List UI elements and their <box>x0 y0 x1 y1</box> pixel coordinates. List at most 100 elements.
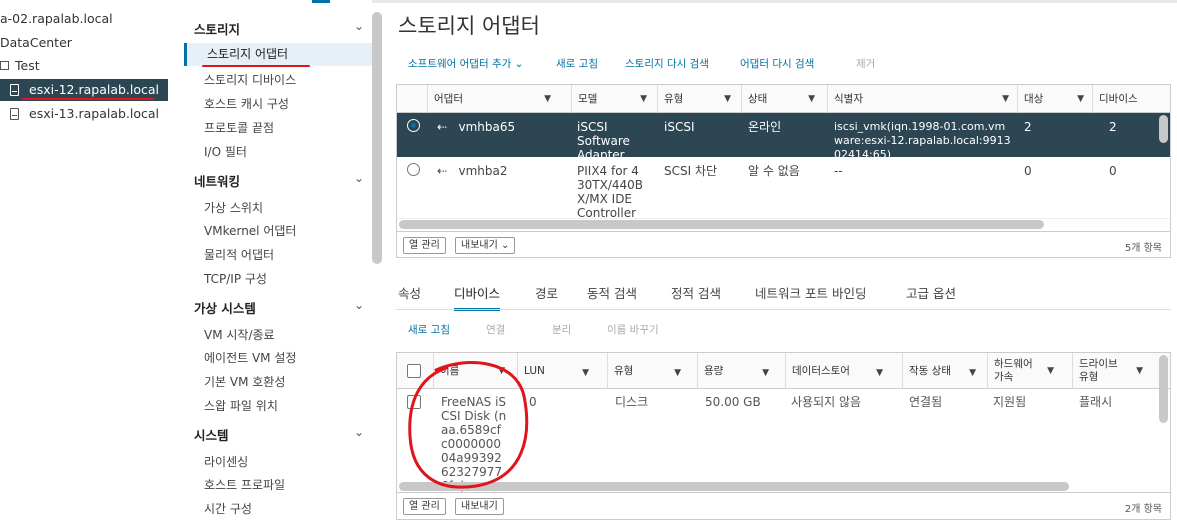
column-label: 데이터스토어 <box>792 365 850 377</box>
adapter-status: 알 수 없음 <box>748 164 800 178</box>
attach-button[interactable]: 연결 <box>486 322 505 337</box>
col-hw-accel[interactable]: 하드웨어 가속 ▼ <box>987 353 1062 389</box>
refresh-button[interactable]: 새로 고침 <box>556 56 598 71</box>
col-model[interactable]: 모델 ▼ <box>571 85 657 113</box>
adapter-name-text: vmhba2 <box>458 164 508 178</box>
devices-refresh-button[interactable]: 새로 고침 <box>408 322 450 337</box>
filter-icon[interactable]: ▼ <box>1002 85 1009 113</box>
tab-properties[interactable]: 속성 <box>398 283 421 302</box>
tab-indicator <box>312 0 330 3</box>
tree-item-host[interactable]: esxi-13.rapalab.local <box>0 103 159 125</box>
filter-icon[interactable]: ▼ <box>876 355 883 391</box>
adapter-row[interactable]: ⇠ vmhba2 PIIX4 for 430TX/440BX/MX IDE Co… <box>397 157 1170 220</box>
nav-group-virtual-machines[interactable]: 가상 시스템 ⌄ <box>194 298 364 317</box>
tab-dynamic-discovery[interactable]: 동적 검색 <box>587 283 637 302</box>
detach-button[interactable]: 분리 <box>552 322 571 337</box>
nav-item-io-filters[interactable]: I/O 필터 <box>204 143 247 160</box>
adapter-name: ⇠ vmhba65 <box>437 120 567 134</box>
adapter-row-selected[interactable]: ⇠ vmhba65 iSCSI Software Adapter iSCSI 온… <box>397 113 1170 162</box>
filter-icon[interactable]: ▼ <box>724 85 731 113</box>
nav-item-host-cache[interactable]: 호스트 캐시 구성 <box>204 95 289 112</box>
filter-icon[interactable]: ▼ <box>762 355 769 391</box>
nav-item-vm-startup[interactable]: VM 시작/종료 <box>204 326 275 343</box>
filter-icon[interactable]: ▼ <box>640 85 647 113</box>
adapter-name: ⇠ vmhba2 <box>437 164 567 178</box>
adapter-type: iSCSI <box>664 120 695 134</box>
manage-columns-button[interactable]: 열 관리 <box>403 237 446 254</box>
col-adapter[interactable]: 어댑터 ▼ <box>427 85 571 113</box>
devices-vscroll[interactable] <box>1159 355 1168 423</box>
remove-button[interactable]: 제거 <box>856 56 875 71</box>
nav-item-agent-vm[interactable]: 에이전트 VM 설정 <box>204 349 296 366</box>
adapters-grid-footer: 열 관리 내보내기 ⌄ 5개 항목 <box>397 231 1170 257</box>
rename-button[interactable]: 이름 바꾸기 <box>607 322 659 337</box>
rescan-adapter-button[interactable]: 어댑터 다시 검색 <box>740 56 814 71</box>
tab-port-binding[interactable]: 네트워크 포트 바인딩 <box>755 283 866 302</box>
col-drive-type[interactable]: 드라이브 유형 ▼ <box>1072 353 1157 389</box>
tree-item-datacenter[interactable]: DataCenter <box>0 32 72 54</box>
col-capacity[interactable]: 용량 ▼ <box>697 353 779 389</box>
nav-group-storage[interactable]: 스토리지 ⌄ <box>194 19 364 38</box>
tree-item-cluster[interactable]: Test <box>0 55 40 77</box>
column-label: 작동 상태 <box>909 365 951 377</box>
nav-group-label: 네트워킹 <box>194 174 241 189</box>
nav-item-vmkernel-adapters[interactable]: VMkernel 어댑터 <box>204 222 296 239</box>
rescan-storage-button[interactable]: 스토리지 다시 검색 <box>625 56 709 71</box>
col-status[interactable]: 상태 ▼ <box>741 85 827 113</box>
add-software-adapter-button[interactable]: 소프트웨어 어댑터 추가 ⌄ <box>408 56 523 71</box>
nav-item-storage-devices[interactable]: 스토리지 디바이스 <box>204 71 296 88</box>
nav-item-licensing[interactable]: 라이센싱 <box>204 453 248 470</box>
tab-advanced-options[interactable]: 고급 옵션 <box>906 283 956 302</box>
nav-item-protocol-endpoints[interactable]: 프로토콜 끝점 <box>204 119 274 136</box>
adapters-vscroll[interactable] <box>1159 115 1168 143</box>
col-devices[interactable]: 디바이스 <box>1092 85 1170 113</box>
nav-item-host-profile[interactable]: 호스트 프로파일 <box>204 476 285 493</box>
export-button[interactable]: 내보내기 <box>455 498 504 515</box>
device-state: 연결됨 <box>909 395 943 409</box>
filter-icon[interactable]: ▼ <box>674 355 681 391</box>
nav-group-system[interactable]: 시스템 ⌄ <box>194 425 364 444</box>
host-icon <box>10 84 19 96</box>
nav-item-label: 스토리지 어댑터 <box>207 47 289 61</box>
nav-item-tcpip[interactable]: TCP/IP 구성 <box>204 270 267 287</box>
tab-static-discovery[interactable]: 정적 검색 <box>671 283 721 302</box>
row-radio[interactable] <box>407 163 420 176</box>
row-radio[interactable] <box>407 119 420 132</box>
column-label: 드라이브 유형 <box>1079 358 1118 383</box>
tree-item-vcenter[interactable]: a-02.rapalab.local <box>0 8 113 30</box>
adapter-model: iSCSI Software Adapter <box>577 120 630 162</box>
export-button[interactable]: 내보내기 ⌄ <box>455 237 516 254</box>
nav-item-time-config[interactable]: 시간 구성 <box>204 500 252 517</box>
col-targets[interactable]: 대상 ▼ <box>1017 85 1092 113</box>
device-datastore: 사용되지 않음 <box>791 395 862 409</box>
filter-icon[interactable]: ▼ <box>1136 365 1143 378</box>
adapters-hscroll[interactable] <box>399 220 1044 229</box>
page-title: 스토리지 어댑터 <box>398 14 540 38</box>
filter-icon[interactable]: ▼ <box>969 355 976 391</box>
filter-icon[interactable]: ▼ <box>1047 365 1054 378</box>
filter-icon[interactable]: ▼ <box>808 85 815 113</box>
col-type[interactable]: 유형 ▼ <box>607 353 691 389</box>
col-type[interactable]: 유형 ▼ <box>657 85 741 113</box>
tab-devices[interactable]: 디바이스 <box>454 283 501 311</box>
host-icon <box>10 108 19 120</box>
col-datastore[interactable]: 데이터스토어 ▼ <box>785 353 895 389</box>
nav-group-networking[interactable]: 네트워킹 ⌄ <box>194 171 364 190</box>
filter-icon[interactable]: ▼ <box>544 85 551 113</box>
col-operational-state[interactable]: 작동 상태 ▼ <box>902 353 982 389</box>
filter-icon[interactable]: ▼ <box>582 355 589 391</box>
device-drive-type: 플래시 <box>1079 395 1113 409</box>
cluster-icon <box>0 61 9 70</box>
manage-columns-button[interactable]: 열 관리 <box>403 498 446 515</box>
col-identifier[interactable]: 식별자 ▼ <box>827 85 1017 113</box>
nav-item-vm-compat[interactable]: 기본 VM 호환성 <box>204 373 285 390</box>
nav-item-swap-location[interactable]: 스왑 파일 위치 <box>204 397 278 414</box>
nav-scrollbar[interactable] <box>372 12 382 264</box>
nav-item-physical-adapters[interactable]: 물리적 어댑터 <box>204 246 274 263</box>
filter-icon[interactable]: ▼ <box>1077 85 1084 113</box>
nav-group-label: 시스템 <box>194 428 229 443</box>
adapter-type: SCSI 차단 <box>664 164 718 178</box>
nav-item-virtual-switches[interactable]: 가상 스위치 <box>204 199 263 216</box>
nav-item-storage-adapters[interactable]: 스토리지 어댑터 <box>184 43 374 66</box>
tab-paths[interactable]: 경로 <box>535 283 558 302</box>
